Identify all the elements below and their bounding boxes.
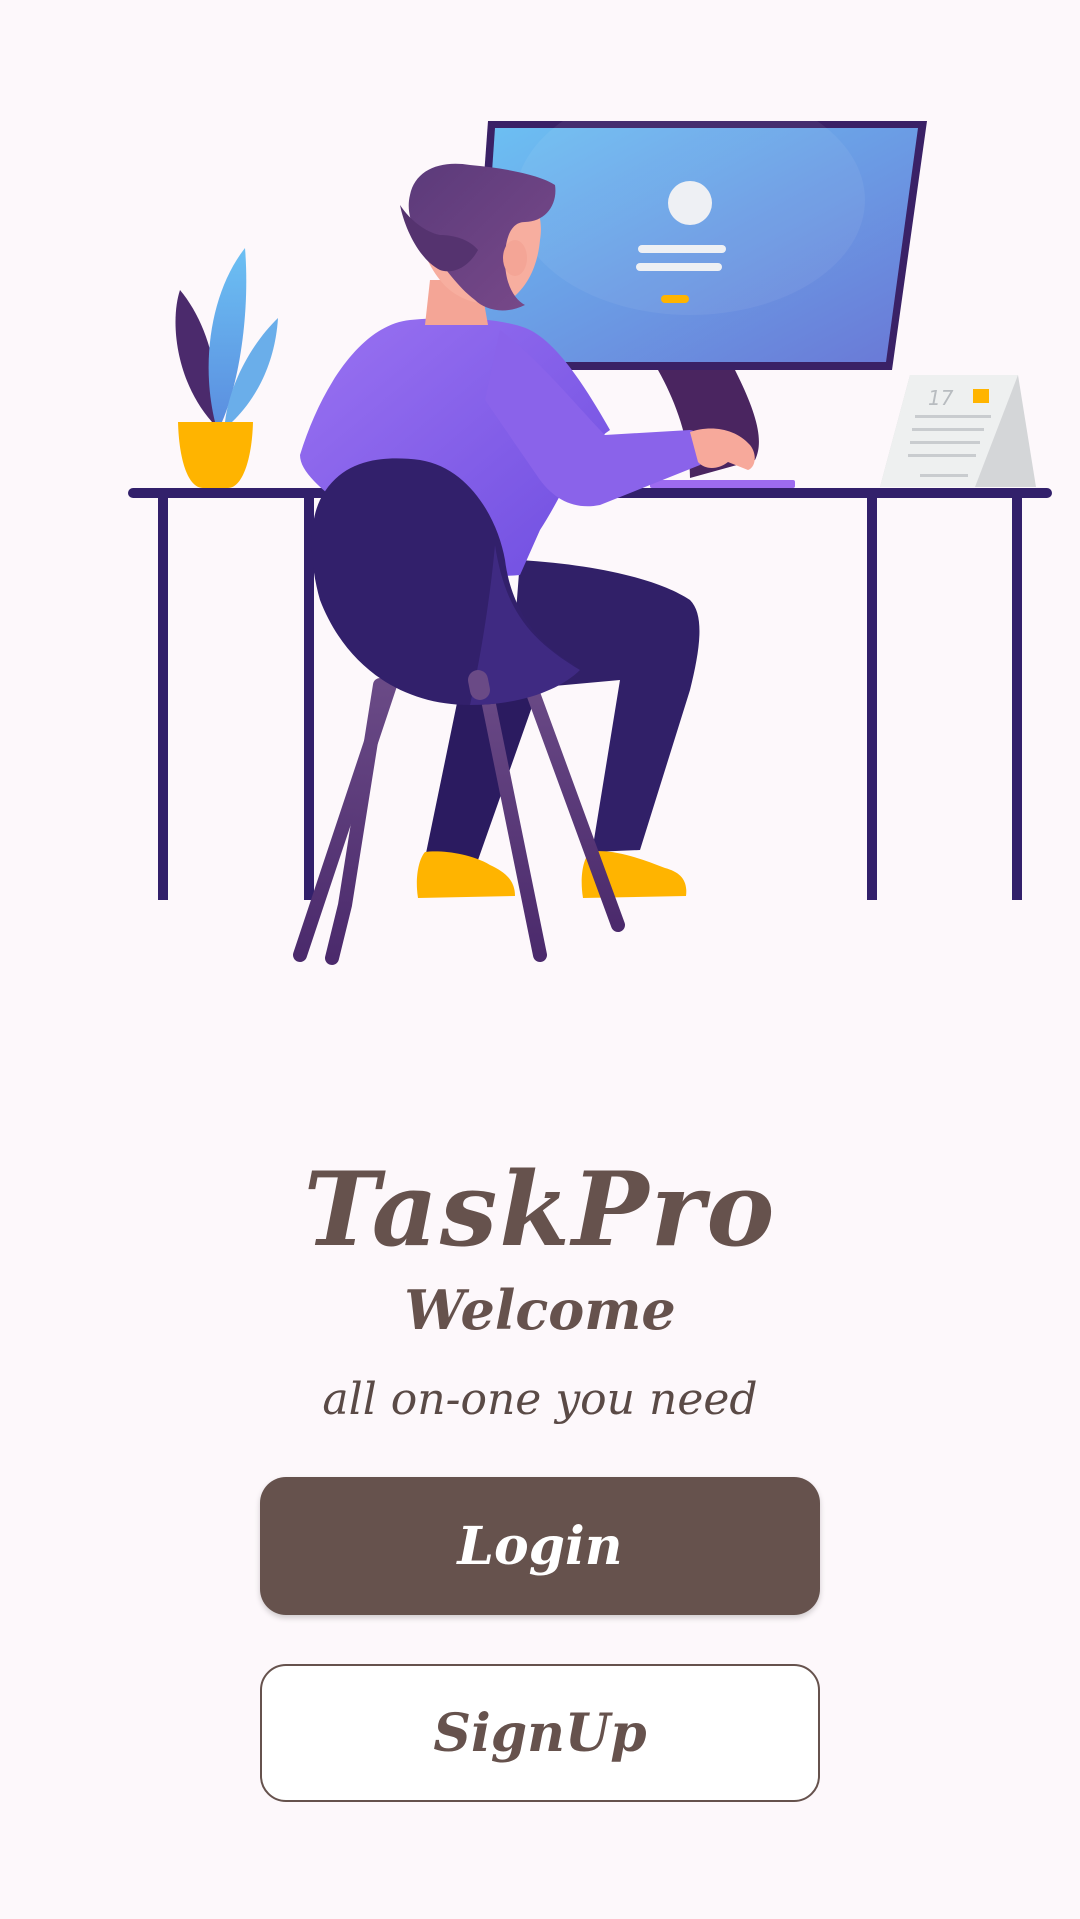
- app-title: TaskPro: [303, 1150, 777, 1270]
- welcome-heading: Welcome: [404, 1278, 676, 1342]
- tagline: all on-one you need: [322, 1374, 758, 1425]
- signup-button[interactable]: SignUp: [260, 1664, 820, 1802]
- shoe: [416, 851, 515, 898]
- login-button-label: Login: [457, 1515, 623, 1577]
- login-button[interactable]: Login: [260, 1477, 820, 1615]
- keyboard: [650, 480, 795, 488]
- plant-icon: [175, 248, 278, 488]
- hero-illustration: 17: [128, 85, 1052, 965]
- calendar-day: 17: [928, 386, 954, 410]
- signup-button-label: SignUp: [433, 1702, 647, 1764]
- calendar-icon: 17: [880, 375, 1036, 487]
